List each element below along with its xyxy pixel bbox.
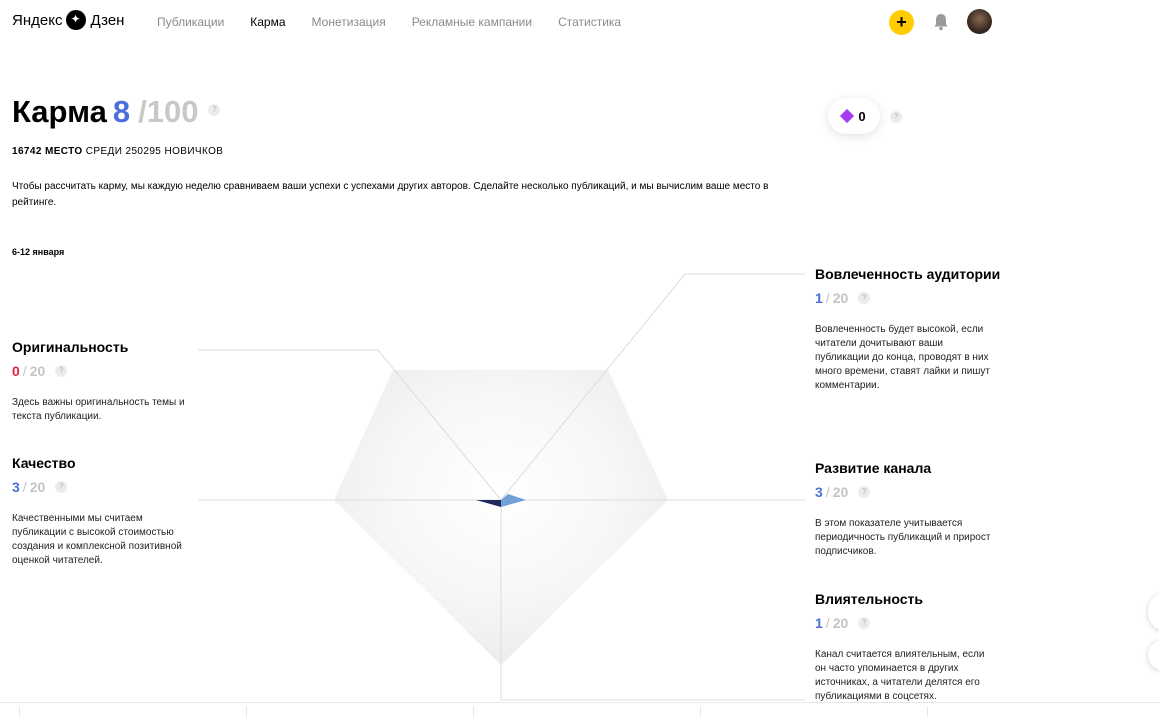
metric-description: Качественными мы считаем публикации с вы…	[12, 513, 182, 566]
metric-max: 20	[832, 615, 849, 631]
metric-separator: /	[22, 363, 27, 379]
metric-score: 3/20 ?	[815, 484, 995, 500]
metric-max: 20	[29, 479, 46, 495]
help-icon[interactable]: ?	[858, 617, 871, 629]
metric-influence: Влиятельность 1/20 ? Канал считается вли…	[815, 591, 995, 704]
divider-tick	[19, 706, 20, 717]
metric-engagement: Вовлеченность аудитории 1/20 ? Вовлеченн…	[815, 266, 1001, 393]
metric-growth: Развитие канала 3/20 ? В этом показателе…	[815, 460, 995, 559]
divider-tick	[246, 706, 247, 717]
metric-score: 3/20 ?	[12, 479, 192, 495]
divider-tick	[927, 706, 928, 717]
metric-value: 1	[815, 290, 823, 306]
metric-separator: /	[22, 479, 27, 495]
help-icon[interactable]: ?	[55, 365, 68, 377]
metric-originality: Оригинальность 0/20 ? Здесь важны оригин…	[12, 339, 192, 424]
divider-tick	[700, 706, 701, 717]
help-icon[interactable]: ?	[55, 481, 68, 493]
help-icon[interactable]: ?	[858, 486, 871, 498]
metric-separator: /	[825, 484, 830, 500]
metric-description: Вовлеченность будет высокой, если читате…	[815, 324, 990, 391]
metric-description: Канал считается влиятельным, если он час…	[815, 649, 985, 702]
divider-tick	[473, 706, 474, 717]
metric-title: Развитие канала	[815, 460, 932, 476]
metric-title: Вовлеченность аудитории	[815, 266, 1001, 282]
metric-score: 0/20 ?	[12, 363, 192, 379]
metric-value: 3	[12, 479, 20, 495]
metric-value: 3	[815, 484, 823, 500]
help-icon[interactable]: ?	[858, 292, 871, 304]
metric-value: 1	[815, 615, 823, 631]
bottom-divider	[0, 702, 1159, 703]
metric-max: 20	[832, 290, 849, 306]
metric-title: Качество	[12, 455, 76, 471]
metric-title: Влиятельность	[815, 591, 923, 607]
metric-score: 1/20 ?	[815, 615, 995, 631]
metric-title: Оригинальность	[12, 339, 129, 355]
metric-separator: /	[825, 615, 830, 631]
metric-max: 20	[832, 484, 849, 500]
metric-max: 20	[29, 363, 46, 379]
metric-description: Здесь важны оригинальность темы и текста…	[12, 397, 185, 422]
metric-score: 1/20 ?	[815, 290, 995, 306]
metric-description: В этом показателе учитывается периодично…	[815, 518, 991, 557]
metric-separator: /	[825, 290, 830, 306]
metric-quality: Качество 3/20 ? Качественными мы считаем…	[12, 455, 192, 568]
metric-value: 0	[12, 363, 20, 379]
